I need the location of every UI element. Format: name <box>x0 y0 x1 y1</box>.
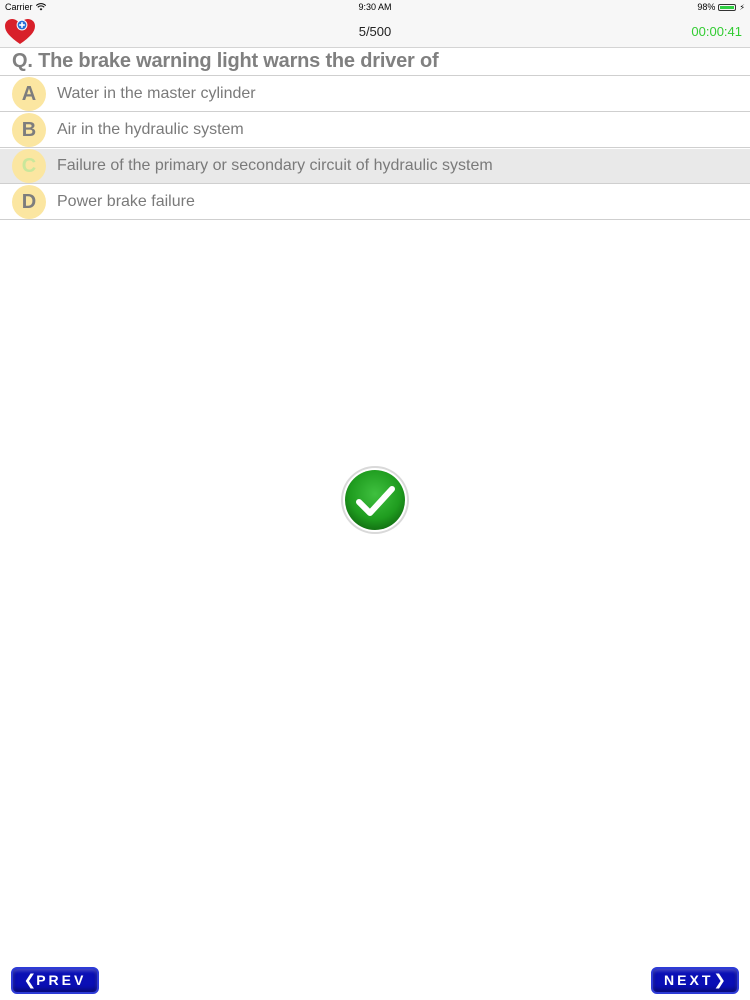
next-button[interactable]: NEXT ❯ <box>651 967 739 994</box>
option-letter-badge: C <box>12 149 46 183</box>
chevron-right-icon: ❯ <box>713 972 726 989</box>
charging-icon: ⚡ <box>739 2 745 12</box>
option-letter-badge: B <box>12 113 46 147</box>
option-letter-badge: D <box>12 185 46 219</box>
battery-percent: 98% <box>697 2 716 12</box>
chevron-left-icon: ❮ <box>23 972 37 989</box>
battery-fill <box>720 5 735 9</box>
question-text: Q. The brake warning light warns the dri… <box>12 50 439 72</box>
next-label: NEXT <box>664 972 714 988</box>
battery-icon <box>718 3 737 11</box>
quiz-screen: Carrier 9:30 AM 98% ⚡ 5/500 00:00:41 Q. … <box>0 0 750 1000</box>
option-letter-badge: A <box>12 77 46 111</box>
answer-option-a[interactable]: A Water in the master cylinder <box>0 77 750 112</box>
quiz-timer: 00:00:41 <box>691 24 742 39</box>
clock: 9:30 AM <box>358 2 392 12</box>
option-text: Air in the hydraulic system <box>57 121 244 138</box>
prev-button[interactable]: ❮ PREV <box>11 967 99 994</box>
battery-indicator: 98% ⚡ <box>697 2 745 12</box>
checkmark-correct-icon <box>341 466 409 534</box>
question-counter: 5/500 <box>358 24 392 39</box>
option-text: Water in the master cylinder <box>57 85 256 102</box>
option-text: Power brake failure <box>57 193 195 210</box>
divider <box>0 75 750 76</box>
answer-option-b[interactable]: B Air in the hydraulic system <box>0 113 750 148</box>
answer-option-c[interactable]: C Failure of the primary or secondary ci… <box>0 149 750 184</box>
answer-options: A Water in the master cylinder B Air in … <box>0 77 750 221</box>
nav-bar: 5/500 00:00:41 <box>0 14 750 48</box>
status-bar: Carrier 9:30 AM 98% ⚡ <box>0 0 750 14</box>
answer-option-d[interactable]: D Power brake failure <box>0 185 750 220</box>
prev-label: PREV <box>36 972 87 988</box>
option-text: Failure of the primary or secondary circ… <box>57 157 493 174</box>
